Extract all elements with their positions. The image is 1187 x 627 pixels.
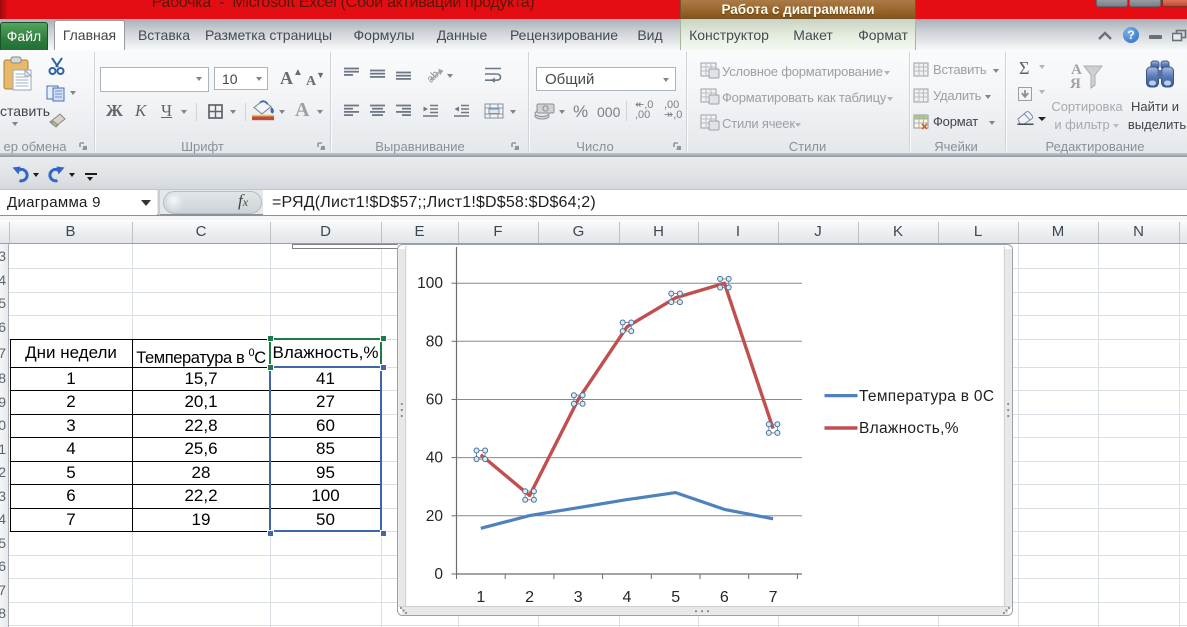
svg-text:5: 5 xyxy=(671,589,680,606)
svg-text:3: 3 xyxy=(574,589,583,606)
svg-text:20: 20 xyxy=(426,508,444,525)
svg-text:2: 2 xyxy=(525,589,534,606)
svg-text:Влажность,%: Влажность,% xyxy=(859,420,959,437)
svg-text:6: 6 xyxy=(720,589,729,606)
svg-text:1: 1 xyxy=(476,589,485,606)
svg-text:60: 60 xyxy=(426,392,444,409)
svg-text:Я: Я xyxy=(1070,76,1081,91)
svg-text:Температура в 0С: Температура в 0С xyxy=(859,388,994,405)
svg-text:80: 80 xyxy=(426,333,444,350)
svg-text:7: 7 xyxy=(769,589,778,606)
svg-text:4: 4 xyxy=(622,589,631,606)
svg-text:0: 0 xyxy=(434,566,443,583)
svg-text:100: 100 xyxy=(417,275,443,292)
svg-text:40: 40 xyxy=(426,450,444,467)
